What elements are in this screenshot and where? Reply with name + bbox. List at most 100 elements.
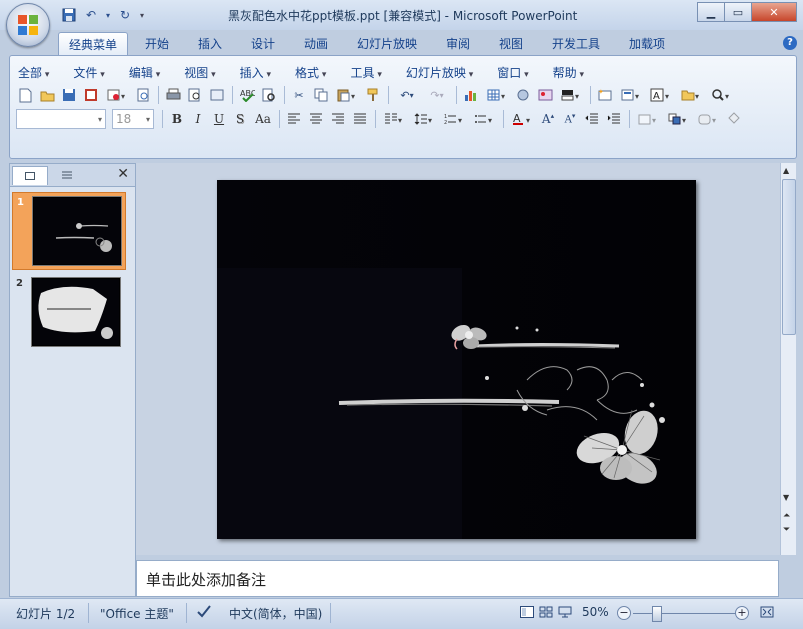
menu-file[interactable]: 文件 [73, 64, 104, 80]
menu-edit[interactable]: 编辑 [129, 64, 160, 80]
slide-sorter-view-icon[interactable] [537, 604, 555, 620]
tab-slides[interactable] [12, 166, 48, 185]
font-name-combo[interactable]: ▾ [16, 109, 106, 129]
email-icon[interactable]: ▾ [104, 86, 130, 104]
tab-animations[interactable]: 动画 [304, 35, 328, 52]
decrease-indent-icon[interactable] [583, 110, 601, 128]
print-icon[interactable] [164, 86, 182, 104]
paste-icon[interactable]: ▾ [334, 86, 360, 104]
numbering-icon[interactable]: 1 2 ▾ [441, 110, 467, 128]
fit-slide-icon[interactable] [758, 604, 776, 620]
menu-window[interactable]: 窗口 [497, 64, 528, 80]
office-button[interactable] [6, 3, 50, 47]
tab-insert[interactable]: 插入 [198, 35, 222, 52]
arrange-icon[interactable]: ▾ [665, 110, 691, 128]
slide-sorter-icon[interactable] [208, 86, 226, 104]
insert-clip-art-icon[interactable] [514, 86, 532, 104]
underline-button[interactable]: U [210, 110, 228, 128]
scroll-down-icon[interactable]: ▼ [783, 493, 789, 502]
shape-fill-icon[interactable]: ▾ [695, 110, 721, 128]
align-center-icon[interactable] [307, 110, 325, 128]
notes-pane[interactable]: 单击此处添加备注 [136, 560, 779, 597]
folder-options-icon[interactable]: ▾ [678, 86, 704, 104]
menu-help[interactable]: 帮助 [553, 64, 584, 80]
change-case-button[interactable]: Aa [252, 110, 274, 128]
shrink-font-icon[interactable]: A▾ [561, 110, 579, 128]
undo-icon[interactable]: ↶ ▾ [394, 86, 420, 104]
text-box-icon[interactable]: A ▾ [648, 86, 674, 104]
zoom-slider-handle[interactable] [652, 606, 662, 622]
print-preview-zoom-icon[interactable] [186, 86, 204, 104]
menu-all[interactable]: 全部 [18, 64, 49, 80]
line-spacing-icon[interactable]: ▾ [411, 110, 437, 128]
copy-icon[interactable] [312, 86, 330, 104]
bullets-icon[interactable]: ▾ [471, 110, 497, 128]
maximize-button[interactable]: ▭ [724, 2, 752, 22]
design-icon[interactable]: ▾ [635, 110, 661, 128]
tab-home[interactable]: 开始 [145, 35, 169, 52]
open-folder-icon[interactable] [38, 86, 56, 104]
save-icon[interactable] [60, 6, 78, 24]
theme-name[interactable]: "Office 主题" [100, 605, 174, 622]
font-size-combo[interactable]: 18 ▾ [112, 109, 154, 129]
insert-chart-icon[interactable] [462, 86, 480, 104]
spelling-icon[interactable]: ABC [238, 86, 256, 104]
slide-thumbnail-1[interactable]: 1 [12, 192, 126, 270]
bold-button[interactable]: B [168, 110, 186, 128]
tab-add-ins[interactable]: 加载项 [629, 35, 665, 52]
close-panel-icon[interactable]: ✕ [117, 166, 129, 182]
shadow-button[interactable]: S [231, 110, 249, 128]
slide-thumbnail-2[interactable]: 2 [12, 274, 124, 350]
tab-review[interactable]: 审阅 [446, 35, 470, 52]
menu-view[interactable]: 视图 [184, 64, 215, 80]
format-painter-icon[interactable] [364, 86, 382, 104]
research-icon[interactable] [260, 86, 278, 104]
new-slide-icon[interactable]: ✦ [596, 86, 614, 104]
cut-icon[interactable]: ✂ [290, 86, 308, 104]
print-preview-icon[interactable] [134, 86, 152, 104]
zoom-level[interactable]: 50% [582, 605, 609, 619]
italic-button[interactable]: I [189, 110, 207, 128]
paint-bucket-icon[interactable] [725, 110, 743, 128]
new-document-icon[interactable] [16, 86, 34, 104]
undo-icon[interactable]: ↶ [82, 6, 100, 24]
tab-view[interactable]: 视图 [499, 35, 523, 52]
menu-slide-show[interactable]: 幻灯片放映 [406, 64, 473, 80]
permission-icon[interactable] [82, 86, 100, 104]
tab-developer[interactable]: 开发工具 [552, 35, 600, 52]
color-grayscale-icon[interactable]: ▾ [558, 86, 584, 104]
menu-tools[interactable]: 工具 [350, 64, 381, 80]
tab-design[interactable]: 设计 [251, 35, 275, 52]
justify-icon[interactable] [351, 110, 369, 128]
tab-slide-show[interactable]: 幻灯片放映 [357, 35, 417, 52]
normal-view-icon[interactable] [518, 604, 536, 620]
insert-table-icon[interactable]: ▾ [484, 86, 510, 104]
slide-layout-icon[interactable]: ▾ [618, 86, 644, 104]
next-slide-icon[interactable]: ⏷ [783, 525, 790, 535]
language-indicator[interactable]: 中文(简体，中国) [229, 605, 322, 622]
spell-check-icon[interactable] [196, 604, 212, 621]
previous-slide-icon[interactable]: ⏶ [783, 511, 790, 521]
grow-font-icon[interactable]: A▴ [539, 110, 557, 128]
tab-classic-menu[interactable]: 经典菜单 [58, 32, 129, 56]
close-button[interactable]: ✕ [751, 2, 797, 22]
menu-format[interactable]: 格式 [295, 64, 326, 80]
columns-icon[interactable]: ▾ [381, 110, 407, 128]
qat-customize-icon[interactable]: ▾ [138, 6, 146, 24]
minimize-button[interactable]: ▁ [697, 2, 725, 22]
menu-insert[interactable]: 插入 [240, 64, 271, 80]
current-slide[interactable] [217, 180, 696, 539]
tab-outline[interactable] [50, 166, 84, 184]
help-icon[interactable]: ? [783, 36, 797, 50]
zoom-slider-track[interactable] [633, 613, 736, 614]
scroll-up-icon[interactable]: ▲ [783, 166, 789, 175]
zoom-in-icon[interactable]: + [735, 606, 749, 620]
undo-dropdown-icon[interactable]: ▾ [104, 6, 112, 24]
font-color-icon[interactable]: A ▾ [509, 110, 535, 128]
zoom-out-icon[interactable]: − [617, 606, 631, 620]
insert-picture-icon[interactable] [536, 86, 554, 104]
vertical-scrollbar[interactable]: ▲ ▼ ⏶ ⏷ [780, 163, 796, 555]
align-left-icon[interactable] [285, 110, 303, 128]
save-icon[interactable] [60, 86, 78, 104]
scroll-thumb[interactable] [782, 179, 796, 335]
